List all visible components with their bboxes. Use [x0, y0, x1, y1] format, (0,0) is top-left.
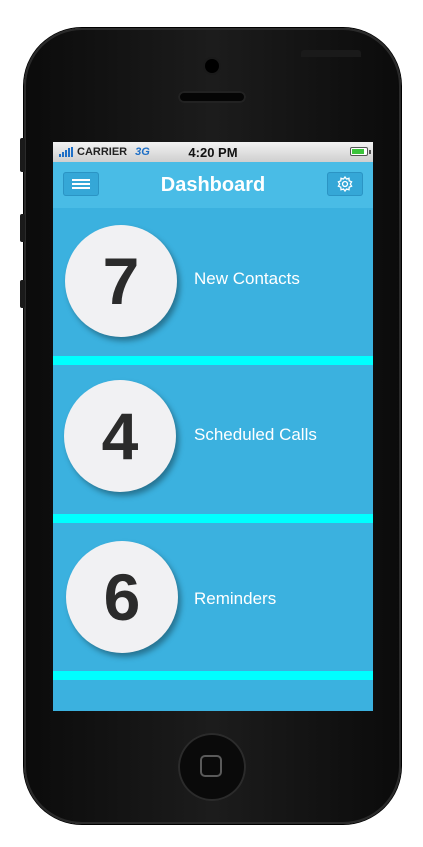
gear-icon: [337, 175, 353, 193]
count-circle: 6: [66, 541, 178, 653]
count-value: 6: [103, 560, 141, 634]
tile-label: Scheduled Calls: [194, 425, 317, 444]
earpiece-speaker: [178, 91, 246, 103]
battery-icon: [350, 147, 371, 156]
tile-separator: [53, 671, 373, 680]
tile-scheduled-calls[interactable]: 4 Scheduled Calls: [53, 365, 373, 523]
tile-reminders[interactable]: 6 Reminders: [53, 523, 373, 680]
volume-down-button: [20, 280, 25, 308]
mute-switch: [20, 138, 25, 172]
front-camera: [205, 59, 219, 73]
status-time: 4:20 PM: [188, 144, 238, 160]
power-button: [301, 50, 361, 57]
count-circle: 4: [64, 380, 176, 492]
tile-separator: [53, 514, 373, 523]
tile-label: Reminders: [194, 589, 277, 608]
volume-up-button: [20, 214, 25, 242]
menu-button[interactable]: [63, 172, 99, 196]
tile-new-contacts[interactable]: 7 New Contacts: [53, 208, 373, 365]
phone-screen: CARRIER 3G 4:20 PM Dashboard 7 New Conta…: [53, 142, 373, 711]
count-value: 4: [101, 399, 139, 473]
home-button[interactable]: [178, 733, 246, 801]
tile-label: New Contacts: [194, 269, 300, 288]
home-square-icon: [200, 755, 222, 777]
count-circle: 7: [65, 225, 177, 337]
tile-separator: [53, 356, 373, 365]
count-value: 7: [102, 244, 140, 318]
navigation-bar: Dashboard: [53, 162, 373, 208]
page-title: Dashboard: [160, 173, 266, 196]
settings-button[interactable]: [327, 172, 363, 196]
status-bar: CARRIER 3G 4:20 PM: [53, 142, 373, 162]
menu-icon: [72, 179, 90, 189]
